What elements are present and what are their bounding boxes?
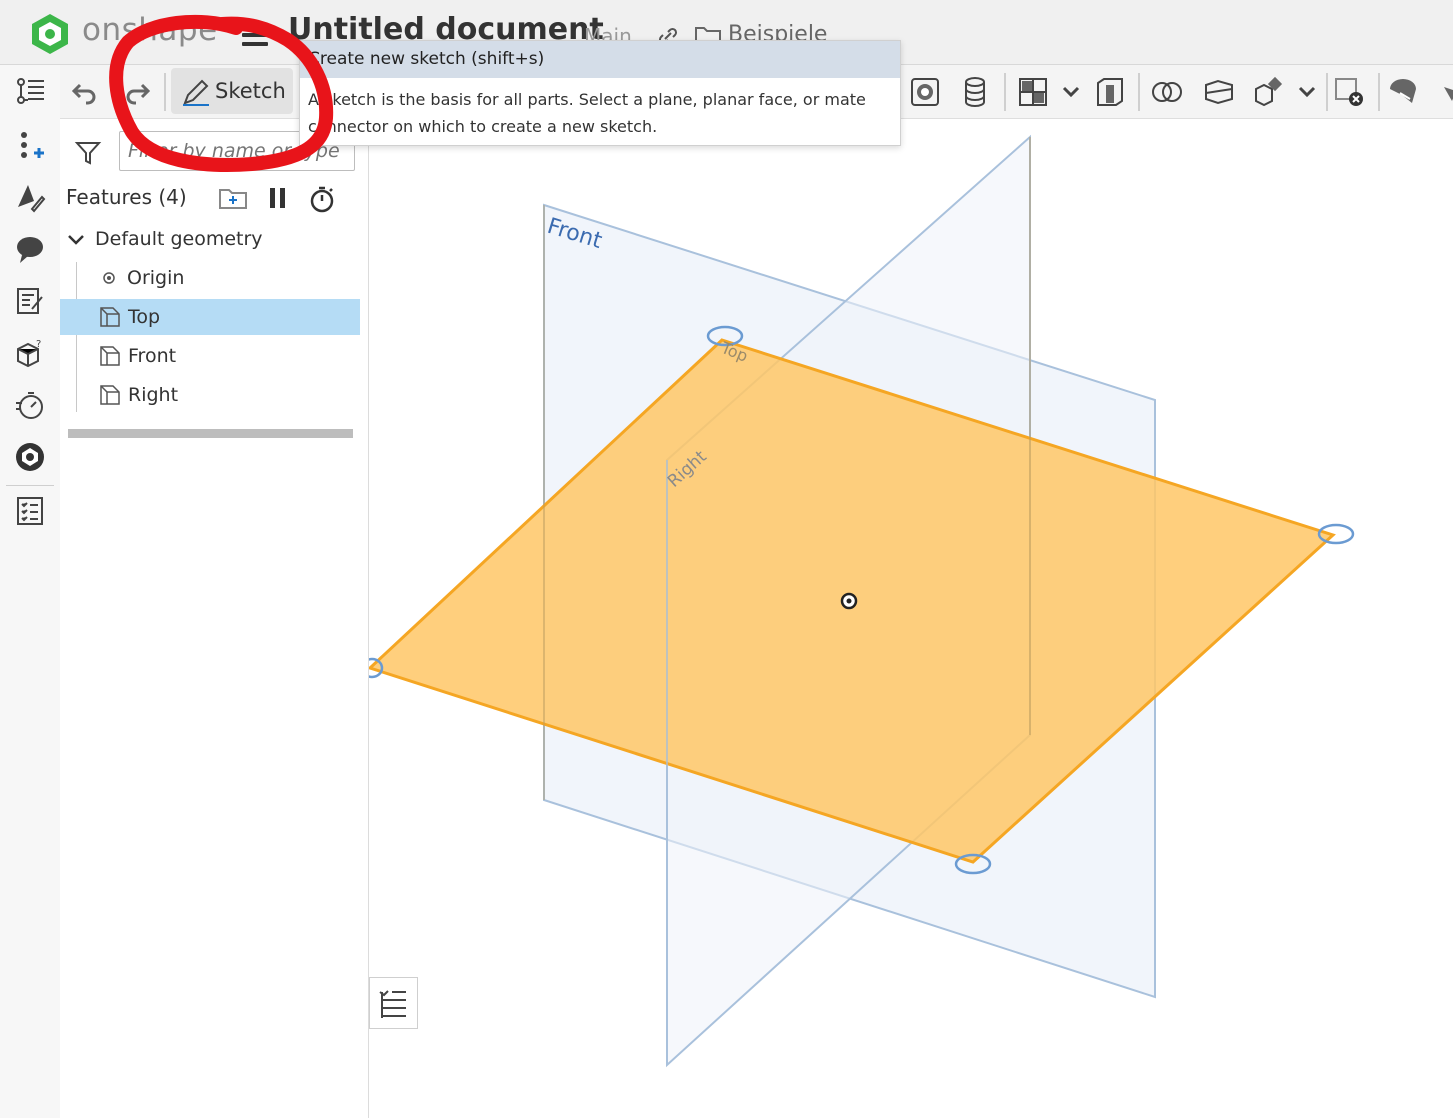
rollback-bar[interactable] [68, 429, 353, 438]
onshape-logo-icon[interactable] [28, 12, 72, 56]
feature-item-label: Origin [127, 267, 185, 289]
delete-part-icon[interactable] [1332, 75, 1366, 109]
toolbar-divider [164, 73, 166, 111]
transform-icon[interactable] [1252, 75, 1286, 109]
onshape-app-icon[interactable] [14, 441, 46, 473]
default-geometry-group[interactable]: Default geometry [60, 221, 360, 257]
notes-icon[interactable] [14, 285, 46, 317]
sketch-button-label: Sketch [215, 79, 286, 103]
split-icon[interactable] [1202, 75, 1236, 109]
rail-divider [6, 485, 54, 486]
logo-text: onshape [82, 12, 218, 48]
mass-properties-icon[interactable]: ? [14, 337, 46, 369]
group-label: Default geometry [95, 228, 263, 250]
insert-feature-icon[interactable] [14, 129, 46, 161]
feature-panel: Features (4) Default geometry Origin Top… [60, 119, 369, 1118]
redo-icon[interactable] [120, 75, 154, 109]
tooltip-body: A sketch is the basis for all parts. Sel… [308, 90, 866, 136]
plane-icon [100, 385, 120, 405]
feature-item-label: Right [128, 384, 179, 406]
plane-icon [100, 307, 120, 327]
toolbar-divider [1326, 73, 1328, 111]
graphics-viewport[interactable]: Front Top Right [369, 119, 1453, 1118]
sketch-button[interactable]: Sketch [171, 68, 293, 114]
toolbar-divider [1378, 73, 1380, 111]
feature-item-right[interactable]: Right [60, 377, 360, 413]
checklist-icon[interactable] [14, 495, 46, 527]
feature-item-top[interactable]: Top [60, 299, 360, 335]
view-list-button[interactable] [369, 977, 418, 1029]
appearance-icon[interactable] [14, 181, 46, 213]
feature-item-front[interactable]: Front [60, 338, 360, 374]
sheet-metal-icon[interactable] [1386, 75, 1420, 109]
feature-item-origin[interactable]: Origin [60, 260, 360, 296]
feature-list-icon[interactable] [14, 75, 46, 107]
feature-item-label: Front [128, 345, 177, 367]
cylinder-icon[interactable] [958, 75, 992, 109]
origin-icon [103, 272, 115, 284]
boolean-icon[interactable] [1150, 75, 1184, 109]
more-tools-icon[interactable] [1436, 75, 1453, 109]
filter-icon[interactable] [74, 139, 102, 167]
undo-icon[interactable] [68, 75, 102, 109]
sketch-tooltip: Create new sketch (shift+s) A sketch is … [299, 40, 901, 146]
planes-canvas[interactable]: Front Top Right [369, 119, 1453, 1118]
list-icon [379, 990, 406, 1018]
chevron-down-icon[interactable] [1054, 75, 1088, 109]
feature-item-label: Top [128, 306, 161, 328]
add-folder-icon[interactable] [218, 185, 248, 211]
comments-icon[interactable] [14, 233, 46, 265]
hamburger-menu-icon[interactable] [242, 24, 268, 46]
revolve-icon[interactable] [908, 75, 942, 109]
view-layout-icon[interactable] [1016, 75, 1050, 109]
tooltip-title: Create new sketch (shift+s) [300, 41, 900, 78]
pause-rollback-icon[interactable] [266, 185, 290, 211]
stopwatch-icon[interactable] [308, 185, 336, 213]
svg-text:?: ? [36, 339, 41, 350]
chevron-down-icon[interactable] [66, 229, 86, 249]
performance-icon[interactable] [14, 389, 46, 421]
toolbar-divider [1004, 73, 1006, 111]
left-rail: ? [0, 65, 61, 1118]
toolbar-divider [1138, 73, 1140, 111]
plane-icon [100, 346, 120, 366]
chevron-down-icon[interactable] [1290, 75, 1324, 109]
shell-icon[interactable] [1094, 75, 1128, 109]
features-count-label: Features (4) [66, 185, 187, 209]
pencil-icon [183, 79, 209, 106]
